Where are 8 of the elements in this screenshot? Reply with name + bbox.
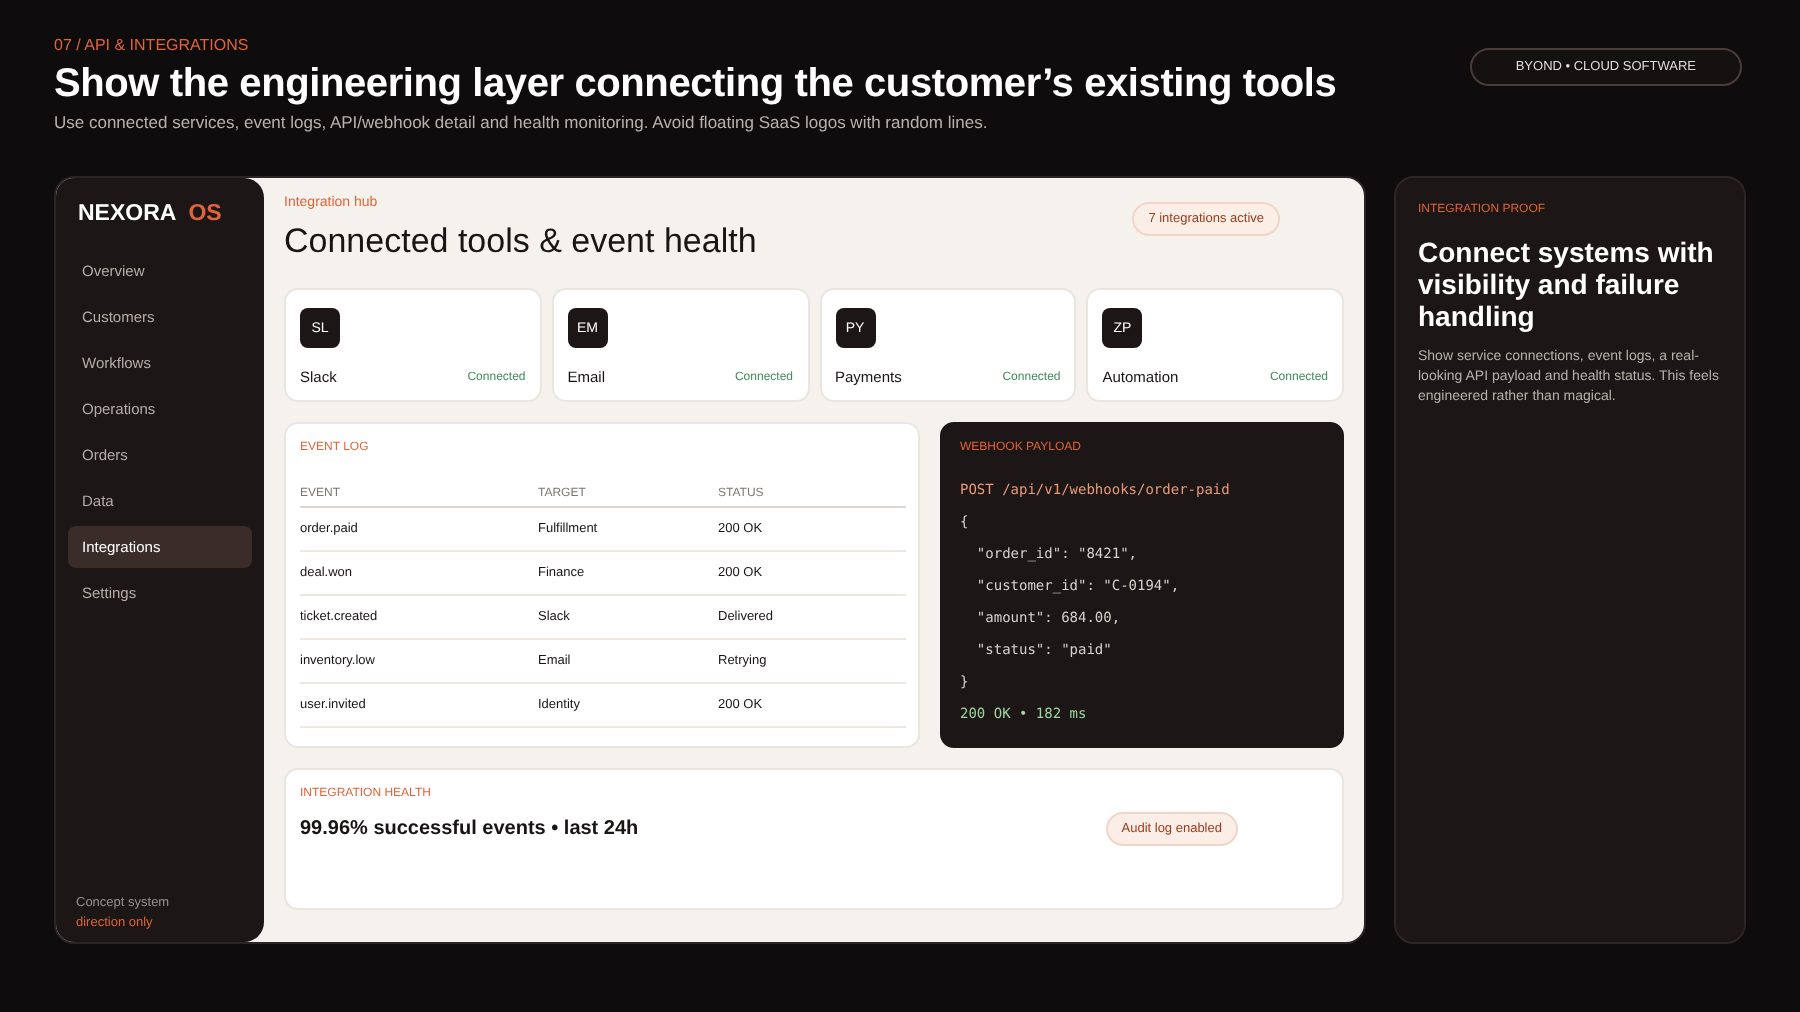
page-subtitle: Use connected services, event logs, API/webhook detail and health monitoring. Avoid floating SaaS logos with random lines.	[54, 112, 990, 132]
health-summary: 99.96% successful events • last 24h	[300, 818, 639, 840]
section-label: 07 / API & INTEGRATIONS	[54, 36, 251, 54]
panel-title: Connected tools & event health	[284, 222, 757, 262]
proof-title: Connect systems with visibility and failure handling	[1418, 236, 1716, 333]
brand-name: NEXORA	[78, 202, 177, 226]
page-title: Show the engineering layer connecting the customer’s existing tools	[54, 62, 1337, 108]
brand-accent: OS	[188, 202, 222, 226]
